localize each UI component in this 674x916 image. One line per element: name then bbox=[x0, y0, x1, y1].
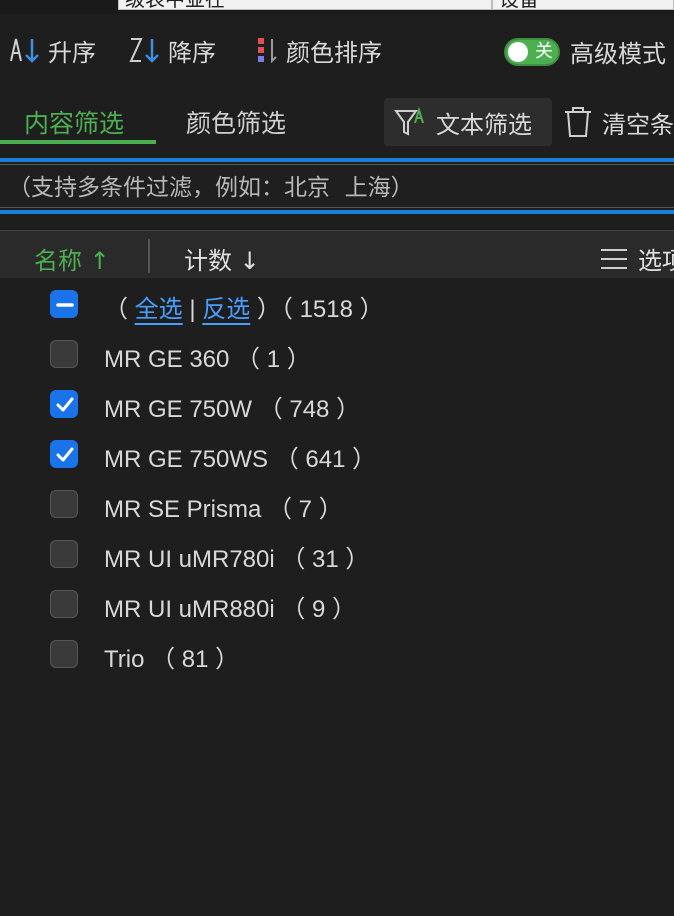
item-checkbox[interactable] bbox=[50, 490, 78, 518]
options-label: 选项 bbox=[638, 247, 674, 275]
column-divider bbox=[148, 239, 150, 273]
item-label: MR GE 750W （ 748 ） bbox=[104, 396, 361, 423]
advanced-mode-control: 关 高级模式 bbox=[504, 34, 666, 69]
header-cell-text: 级表中並在 bbox=[125, 0, 225, 9]
header-cell: 设备 bbox=[492, 0, 674, 10]
item-label: MR SE Prisma （ 7 ） bbox=[104, 496, 343, 523]
menu-icon bbox=[601, 248, 627, 269]
text-filter-label: 文本筛选 bbox=[436, 110, 532, 139]
checkmark-icon bbox=[56, 447, 74, 462]
select-all-checkbox[interactable] bbox=[50, 290, 78, 318]
list-item[interactable]: MR GE 360 （ 1 ） bbox=[0, 330, 674, 380]
toggle-state-text: 关 bbox=[535, 40, 553, 62]
list-item[interactable]: MR UI uMR880i （ 9 ） bbox=[0, 580, 674, 630]
active-tab-indicator bbox=[0, 140, 156, 144]
count-column-header[interactable]: 计数 ↓ bbox=[184, 241, 260, 276]
select-all-label: （ 全选 | 反选 ）（ 1518 ） bbox=[104, 289, 384, 324]
trash-icon bbox=[565, 107, 591, 137]
tab-color-filter[interactable]: 颜色筛选 bbox=[186, 104, 286, 140]
item-checkbox[interactable] bbox=[50, 590, 78, 618]
sort-descending-button[interactable]: 降序 bbox=[128, 34, 216, 67]
select-all-row: （ 全选 | 反选 ）（ 1518 ） bbox=[0, 280, 674, 330]
select-all-link[interactable]: 全选 bbox=[135, 296, 183, 323]
list-item[interactable]: MR UI uMR780i （ 31 ） bbox=[0, 530, 674, 580]
text-filter-icon bbox=[394, 106, 424, 136]
header-strip: 级表中並在 设备 bbox=[0, 0, 674, 14]
header-cell: 级表中並在 bbox=[118, 0, 492, 10]
tab-content-filter[interactable]: 内容筛选 bbox=[24, 104, 124, 140]
name-column-header[interactable]: 名称 ↑ bbox=[34, 241, 110, 276]
sort-toolbar: 升序 降序 颜色排序 关 高级模式 bbox=[0, 28, 674, 72]
list-item[interactable]: MR SE Prisma （ 7 ） bbox=[0, 480, 674, 530]
advanced-mode-label: 高级模式 bbox=[570, 40, 666, 68]
item-checkbox[interactable] bbox=[50, 390, 78, 418]
clear-conditions-label: 清空条 bbox=[602, 110, 674, 139]
invert-selection-link[interactable]: 反选 bbox=[202, 296, 250, 323]
item-label: MR GE 750WS （ 641 ） bbox=[104, 446, 377, 473]
text-filter-button[interactable]: 文本筛选 bbox=[384, 98, 552, 146]
filter-tabs: 内容筛选 颜色筛选 文本筛选 清空条 bbox=[0, 96, 674, 148]
filter-search-input[interactable] bbox=[0, 168, 674, 208]
sort-descending-label: 降序 bbox=[168, 38, 216, 67]
item-checkbox[interactable] bbox=[50, 540, 78, 568]
total-count: ）（ 1518 ） bbox=[256, 296, 384, 323]
indeterminate-icon bbox=[56, 303, 74, 307]
filter-search-box bbox=[0, 158, 674, 214]
clear-conditions-button[interactable]: 清空条 bbox=[562, 98, 674, 146]
advanced-mode-toggle[interactable]: 关 bbox=[504, 37, 560, 66]
item-label: MR GE 360 （ 1 ） bbox=[104, 346, 311, 373]
color-sort-icon bbox=[258, 38, 277, 64]
list-item[interactable]: MR GE 750WS （ 641 ） bbox=[0, 430, 674, 480]
item-label: MR UI uMR780i （ 31 ） bbox=[104, 546, 370, 573]
options-button[interactable]: 选项 bbox=[600, 241, 674, 276]
list-item[interactable]: MR GE 750W （ 748 ） bbox=[0, 380, 674, 430]
color-sort-label: 颜色排序 bbox=[286, 38, 382, 67]
sort-ascending-label: 升序 bbox=[48, 38, 96, 67]
list-item[interactable]: Trio （ 81 ） bbox=[0, 630, 674, 680]
sort-descending-icon bbox=[129, 38, 159, 63]
item-checkbox[interactable] bbox=[50, 640, 78, 668]
header-cell-text: 设备 bbox=[499, 0, 539, 9]
toggle-knob bbox=[508, 41, 528, 62]
link-separator: | bbox=[189, 296, 196, 323]
color-sort-button[interactable]: 颜色排序 bbox=[256, 34, 382, 67]
sort-ascending-icon bbox=[10, 38, 39, 63]
column-header: 名称 ↑ 计数 ↓ 选项 bbox=[0, 230, 674, 278]
item-checkbox[interactable] bbox=[50, 340, 78, 368]
item-checkbox[interactable] bbox=[50, 440, 78, 468]
item-label: Trio （ 81 ） bbox=[104, 646, 240, 673]
open-paren: （ bbox=[104, 296, 128, 323]
checkmark-icon bbox=[56, 397, 74, 412]
sort-ascending-button[interactable]: 升序 bbox=[8, 34, 96, 67]
item-label: MR UI uMR880i （ 9 ） bbox=[104, 596, 357, 623]
